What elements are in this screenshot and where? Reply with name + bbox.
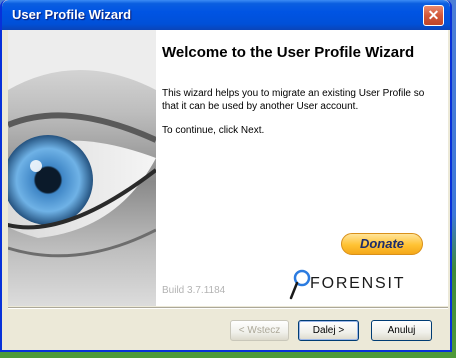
wizard-description: This wizard helps you to migrate an exis… (162, 88, 425, 112)
build-label: Build 3.7.1184 (162, 285, 226, 296)
donate-button[interactable]: Donate (341, 233, 423, 255)
close-icon: ✕ (427, 7, 440, 23)
wizard-window: User Profile Wizard ✕ Welcome to the Use… (0, 0, 452, 352)
forensit-logo: FORENSIT (288, 268, 438, 300)
close-button[interactable]: ✕ (423, 5, 444, 26)
window-title: User Profile Wizard (12, 7, 132, 22)
wizard-heading: Welcome to the User Profile Wizard (162, 44, 415, 61)
eye-image (8, 30, 156, 306)
forensit-logo-text: FORENSIT (310, 275, 406, 292)
wizard-instruction: To continue, click Next. (162, 125, 265, 136)
back-button[interactable]: < Wstecz (230, 320, 289, 341)
next-button[interactable]: Dalej > (298, 320, 359, 341)
forensit-logo-icon (289, 269, 311, 300)
cancel-button[interactable]: Anuluj (371, 320, 432, 341)
wizard-content: Welcome to the User Profile Wizard This … (8, 30, 448, 306)
title-bar[interactable]: User Profile Wizard ✕ (2, 0, 450, 30)
button-divider (8, 307, 448, 309)
